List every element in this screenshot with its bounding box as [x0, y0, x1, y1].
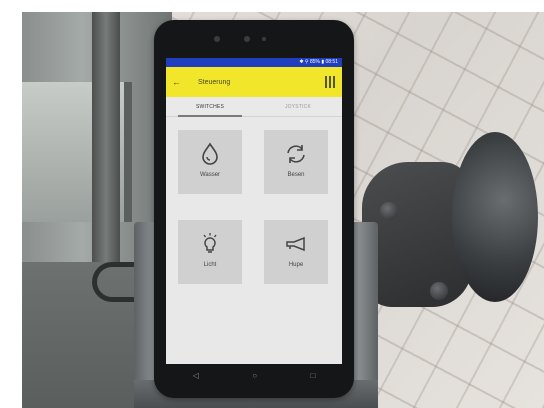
tab-joystick[interactable]: JOYSTICK	[254, 97, 342, 116]
recents-nav-icon[interactable]: □	[310, 371, 315, 380]
tile-licht[interactable]: Licht	[178, 220, 242, 284]
tile-label: Besen	[287, 172, 305, 178]
app-bar: ← Steuerung	[166, 67, 342, 97]
back-arrow-icon[interactable]: ←	[172, 77, 184, 87]
phone-sensors	[214, 36, 294, 44]
phone-screen: ✱ ⚲ 85% ▮ 08:51 ← Steuerung SWITCHES JOY…	[166, 58, 342, 364]
horn-icon	[286, 236, 305, 252]
home-nav-icon[interactable]: ○	[252, 371, 257, 380]
tile-wasser[interactable]: Wasser	[178, 130, 242, 194]
status-bar: ✱ ⚲ 85% ▮ 08:51	[166, 58, 342, 67]
photo-scene: ✱ ⚲ 85% ▮ 08:51 ← Steuerung SWITCHES JOY…	[22, 12, 544, 408]
tile-label: Wasser	[199, 172, 221, 178]
switch-grid: Wasser Besen Licht Hupe	[178, 130, 328, 290]
active-tab-indicator	[178, 115, 242, 117]
light-bulb-icon	[203, 233, 217, 253]
tab-switches[interactable]: SWITCHES	[166, 97, 254, 116]
more-vert-icon[interactable]	[325, 76, 335, 88]
water-drop-icon	[202, 142, 218, 165]
suction-cup	[452, 132, 538, 302]
sync-icon	[287, 145, 305, 163]
back-nav-icon[interactable]: ◁	[193, 371, 199, 380]
smartphone: ✱ ⚲ 85% ▮ 08:51 ← Steuerung SWITCHES JOY…	[154, 20, 354, 398]
navigation-bar: ◁ ○ □	[166, 364, 342, 386]
tab-bar: SWITCHES JOYSTICK	[166, 97, 342, 117]
app-title: Steuerung	[198, 78, 231, 86]
mount-knob	[430, 282, 448, 300]
tile-label: Licht	[203, 262, 217, 268]
mount-knob	[380, 202, 398, 220]
tile-label: Hupe	[288, 262, 304, 268]
tile-hupe[interactable]: Hupe	[264, 220, 328, 284]
tile-besen[interactable]: Besen	[264, 130, 328, 194]
